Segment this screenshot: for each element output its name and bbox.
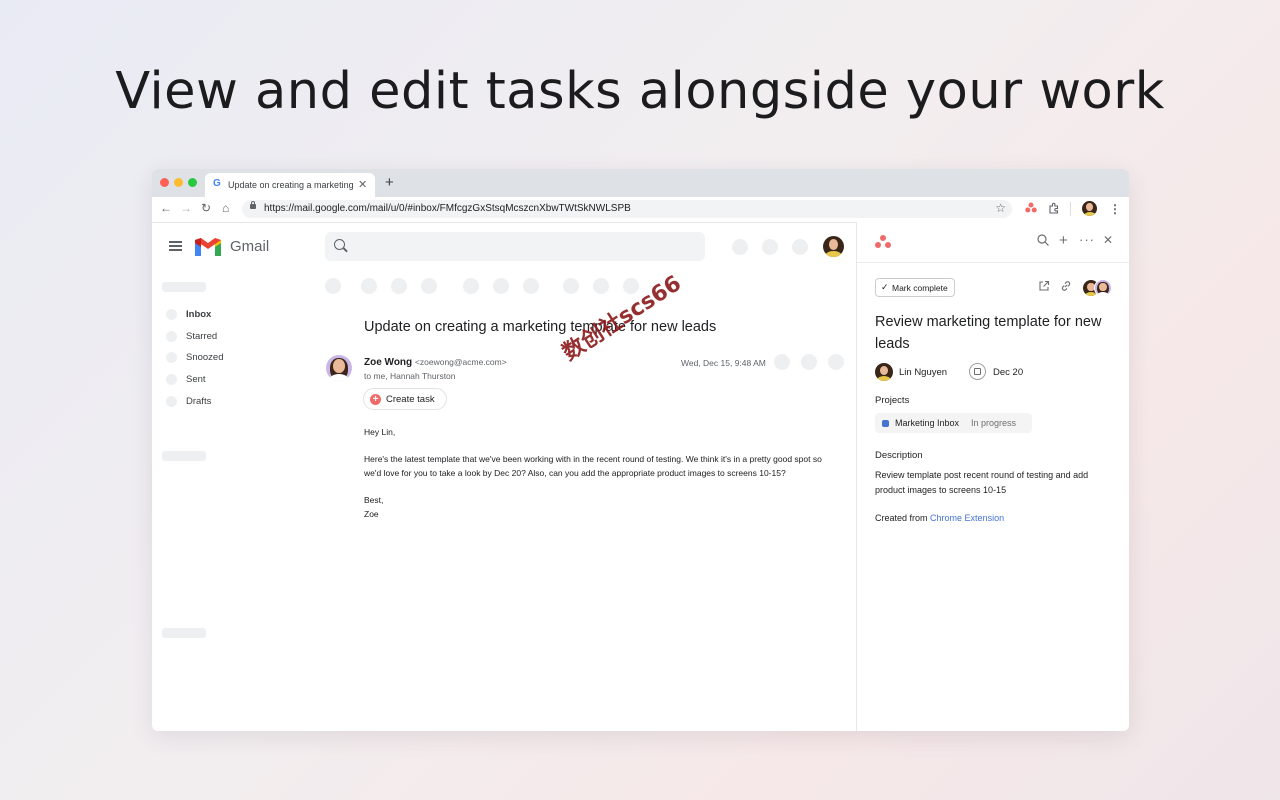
bookmark-star-icon[interactable]: ☆ (995, 201, 1006, 215)
lock-icon (250, 201, 256, 209)
sender-name: Zoe Wong <zoewong@acme.com> (364, 357, 507, 368)
create-task-button[interactable]: + Create task (363, 388, 447, 410)
recipients: to me, Hannah Thurston (364, 371, 456, 381)
sidebar-skeleton (162, 282, 206, 292)
header-placeholder-dot (762, 239, 778, 255)
mail-search-input[interactable] (325, 232, 705, 261)
header-placeholder-dot (792, 239, 808, 255)
address-bar[interactable]: https://mail.google.com/mail/u/0/#inbox/… (242, 200, 1012, 218)
mark-complete-button[interactable]: ✓ Mark complete (875, 278, 955, 297)
panel-header: + ··· ✕ (857, 222, 1129, 263)
header-placeholder-dot (732, 239, 748, 255)
action-placeholder-dot (421, 278, 437, 294)
project-chip[interactable]: Marketing Inbox In progress (875, 413, 1032, 433)
task-title[interactable]: Review marketing template for new leads (875, 311, 1115, 355)
action-placeholder-dot (563, 278, 579, 294)
task-description[interactable]: Review template post recent round of tes… (875, 468, 1120, 498)
forward-arrow-icon[interactable]: → (180, 201, 192, 215)
open-external-icon[interactable] (1038, 280, 1050, 295)
sidebar-skeleton (162, 451, 206, 461)
email-action-dot (801, 354, 817, 370)
toolbar-divider (1070, 202, 1071, 216)
home-icon[interactable]: ⌂ (222, 201, 229, 215)
email-signoff: Best, (364, 495, 384, 505)
due-date[interactable]: Dec 20 (993, 367, 1023, 378)
project-name: Marketing Inbox (895, 418, 960, 428)
assignee-name[interactable]: Lin Nguyen (899, 367, 947, 378)
action-placeholder-dot (493, 278, 509, 294)
collaborator-avatar[interactable] (1094, 279, 1112, 297)
sender-avatar (326, 355, 352, 381)
gmail-logo-icon (195, 237, 221, 256)
headline: View and edit tasks alongside your work (115, 62, 1165, 121)
gmail-app: Gmail Inbox Starred Snoozed Sent Drafts … (152, 222, 856, 731)
description-label: Description (875, 450, 923, 461)
sender-email: <zoewong@acme.com> (414, 357, 507, 367)
close-window-button[interactable] (160, 178, 169, 187)
email-action-dot (828, 354, 844, 370)
email-signature: Zoe (364, 509, 379, 519)
panel-close-icon[interactable]: ✕ (1103, 233, 1113, 247)
email-action-dot (774, 354, 790, 370)
action-placeholder-dot (523, 278, 539, 294)
google-favicon-icon: G (213, 178, 221, 189)
search-icon (334, 239, 345, 250)
action-placeholder-dot (325, 278, 341, 294)
projects-label: Projects (875, 395, 910, 406)
tab-bar: G Update on creating a marketing t ✕ + (152, 169, 1129, 197)
gmail-wordmark: Gmail (230, 238, 270, 255)
browser-window: G Update on creating a marketing t ✕ + ←… (152, 169, 1129, 731)
chrome-extension-link[interactable]: Chrome Extension (930, 513, 1004, 523)
created-from: Created from Chrome Extension (875, 513, 1005, 523)
browser-tab[interactable]: G Update on creating a marketing t ✕ (205, 173, 375, 197)
hamburger-menu-icon[interactable] (169, 241, 182, 251)
asana-extension-icon[interactable] (1025, 202, 1037, 216)
email-greeting: Hey Lin, (364, 427, 396, 437)
profile-avatar[interactable] (1082, 201, 1097, 216)
browser-menu-icon[interactable]: ⋮ (1109, 202, 1121, 216)
checkmark-icon: ✓ (881, 282, 889, 292)
back-arrow-icon[interactable]: ← (160, 201, 172, 215)
extensions-puzzle-icon[interactable] (1048, 202, 1060, 217)
action-placeholder-dot (361, 278, 377, 294)
panel-more-icon[interactable]: ··· (1079, 232, 1095, 247)
email-body: Here's the latest template that we've be… (364, 454, 822, 478)
asana-task-panel: + ··· ✕ ✓ Mark complete Review marketing… (856, 222, 1129, 731)
browser-toolbar: ← → ↻ ⌂ https://mail.google.com/mail/u/0… (152, 197, 1129, 223)
tab-title: Update on creating a marketing t (228, 180, 353, 190)
copy-link-icon[interactable] (1060, 280, 1072, 295)
calendar-icon (969, 363, 986, 380)
new-tab-button[interactable]: + (385, 174, 394, 191)
plus-icon: + (370, 394, 381, 405)
assignee-avatar (875, 363, 893, 381)
project-color-icon (882, 420, 889, 427)
zoom-window-button[interactable] (188, 178, 197, 187)
sidebar-skeleton (162, 628, 206, 638)
email-subject: Update on creating a marketing template … (364, 319, 717, 335)
minimize-window-button[interactable] (174, 178, 183, 187)
url-text: https://mail.google.com/mail/u/0/#inbox/… (264, 203, 631, 214)
action-placeholder-dot (391, 278, 407, 294)
email-date: Wed, Dec 15, 9:48 AM (681, 358, 766, 368)
panel-add-icon[interactable]: + (1059, 232, 1068, 249)
action-placeholder-dot (593, 278, 609, 294)
reload-icon[interactable]: ↻ (201, 201, 211, 215)
project-status: In progress (971, 418, 1017, 428)
tab-close-icon[interactable]: ✕ (358, 178, 367, 191)
action-placeholder-dot (463, 278, 479, 294)
panel-search-icon[interactable] (1037, 234, 1049, 249)
account-avatar[interactable] (823, 236, 844, 257)
asana-logo-icon (873, 234, 893, 250)
